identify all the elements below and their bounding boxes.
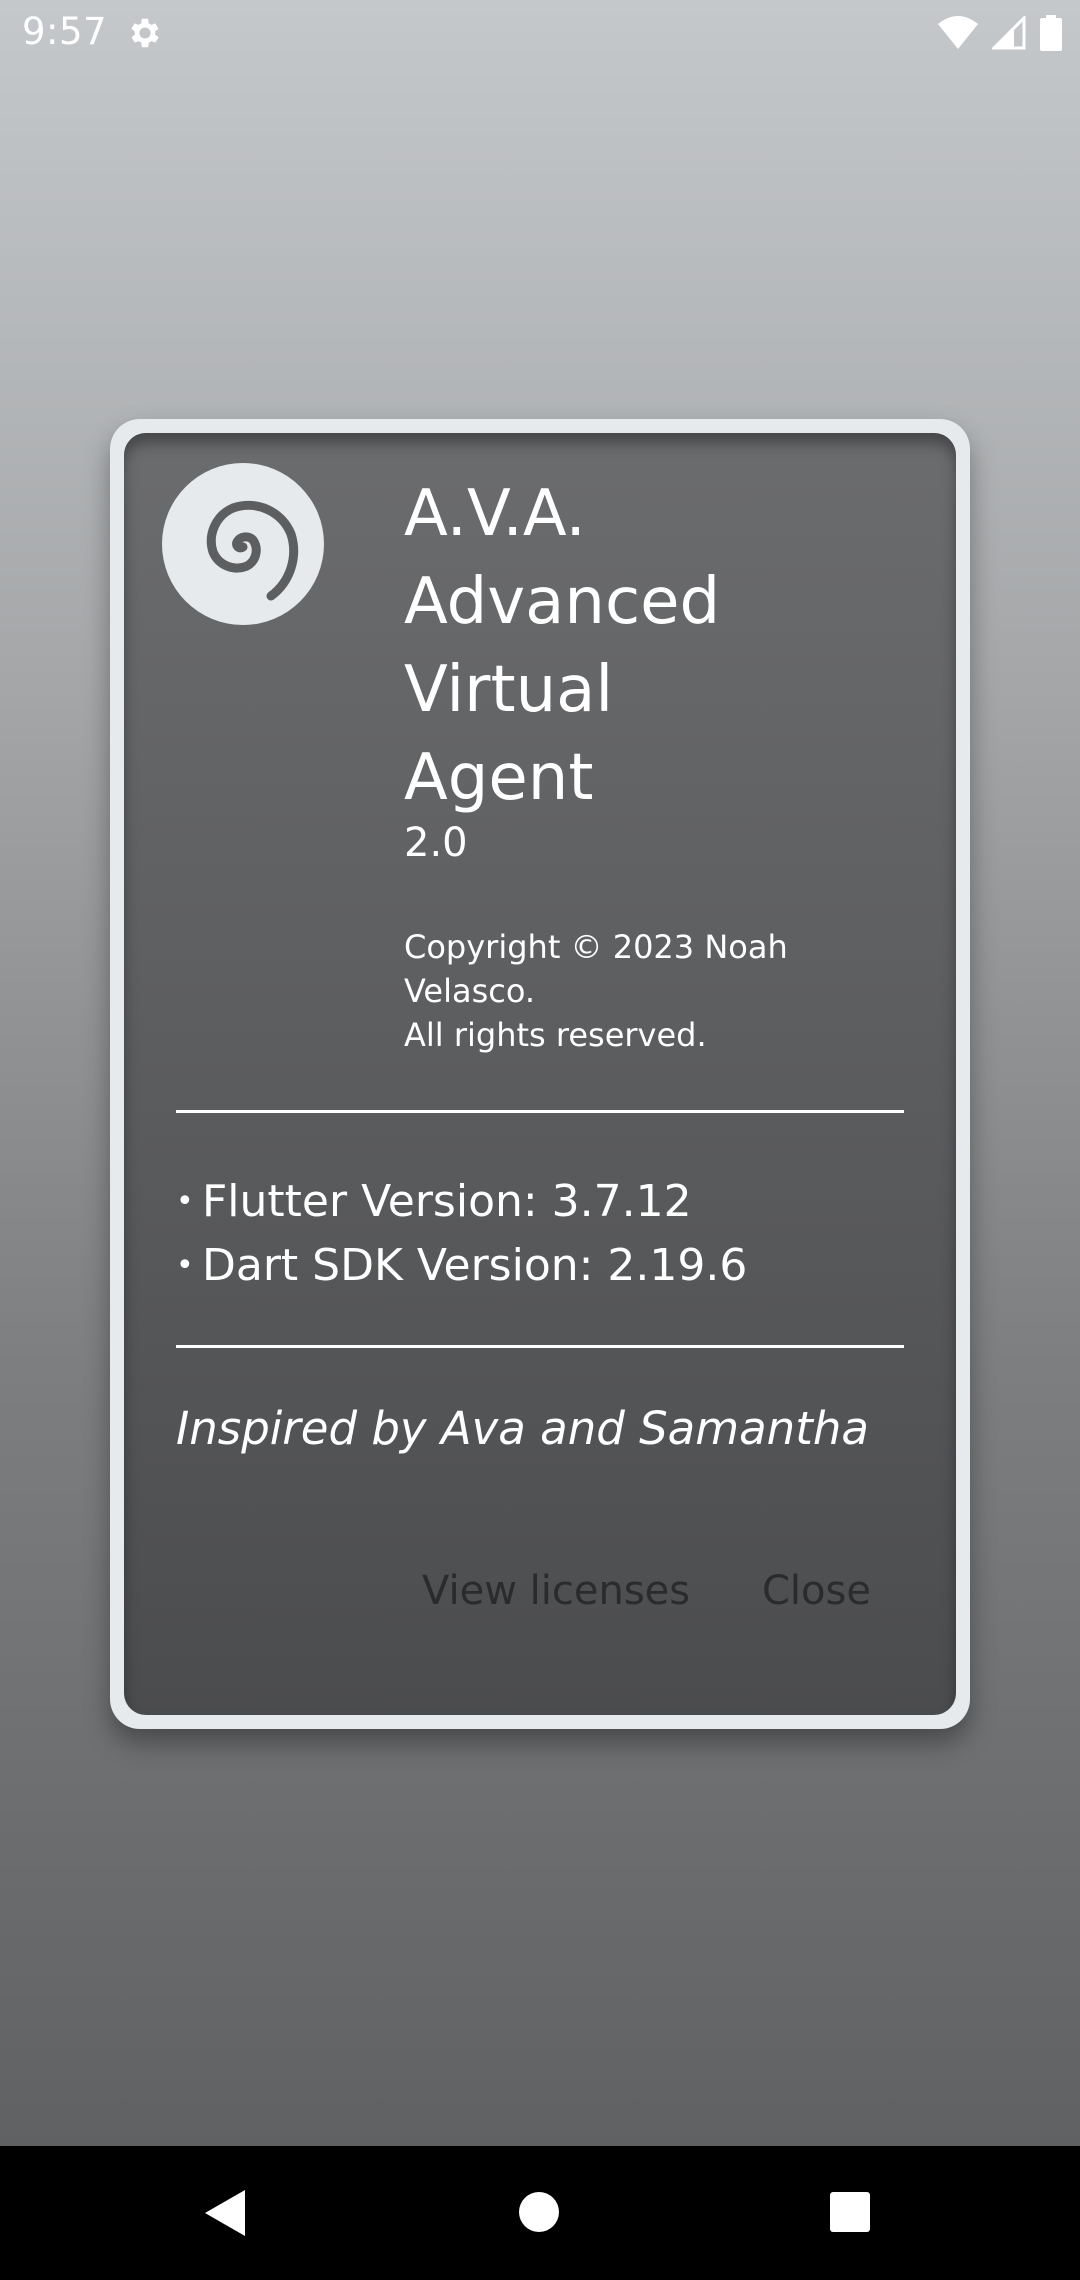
dart-sdk-version-text: Dart SDK Version: 2.19.6 [202, 1240, 748, 1291]
wifi-icon [938, 16, 978, 49]
copyright-text: Copyright © 2023 Noah Velasco. All right… [404, 928, 788, 1054]
spiral-logo-icon [162, 463, 324, 625]
navigation-bar [0, 2146, 1080, 2280]
status-time: 9:57 [22, 10, 108, 53]
list-item: • Flutter Version: 3.7.12 [176, 1170, 896, 1234]
gear-icon [131, 18, 159, 48]
home-icon[interactable] [518, 2191, 560, 2233]
inspired-text: Inspired by Ava and Samantha [176, 1402, 869, 1455]
app-name: A.V.A. Advanced Virtual Agent [404, 477, 721, 815]
bullet: • [176, 1184, 194, 1219]
recents-icon[interactable] [829, 2191, 871, 2233]
divider [176, 1110, 904, 1113]
flutter-version-text: Flutter Version: 3.7.12 [202, 1176, 692, 1227]
list-item: • Dart SDK Version: 2.19.6 [176, 1234, 896, 1298]
dialog-actions: View licenses Close [0, 1568, 1080, 1628]
bullet: • [176, 1248, 194, 1283]
version-info-list: • Flutter Version: 3.7.12 • Dart SDK Ver… [176, 1170, 896, 1298]
close-button[interactable]: Close [762, 1568, 871, 1614]
app-version: 2.0 [404, 820, 468, 866]
divider [176, 1345, 904, 1348]
cell-signal-icon [992, 16, 1026, 50]
back-icon[interactable] [203, 2188, 249, 2238]
view-licenses-button[interactable]: View licenses [422, 1568, 690, 1614]
battery-icon [1040, 15, 1062, 51]
status-icons [938, 14, 1062, 52]
status-bar: 9:57 [0, 0, 1080, 66]
